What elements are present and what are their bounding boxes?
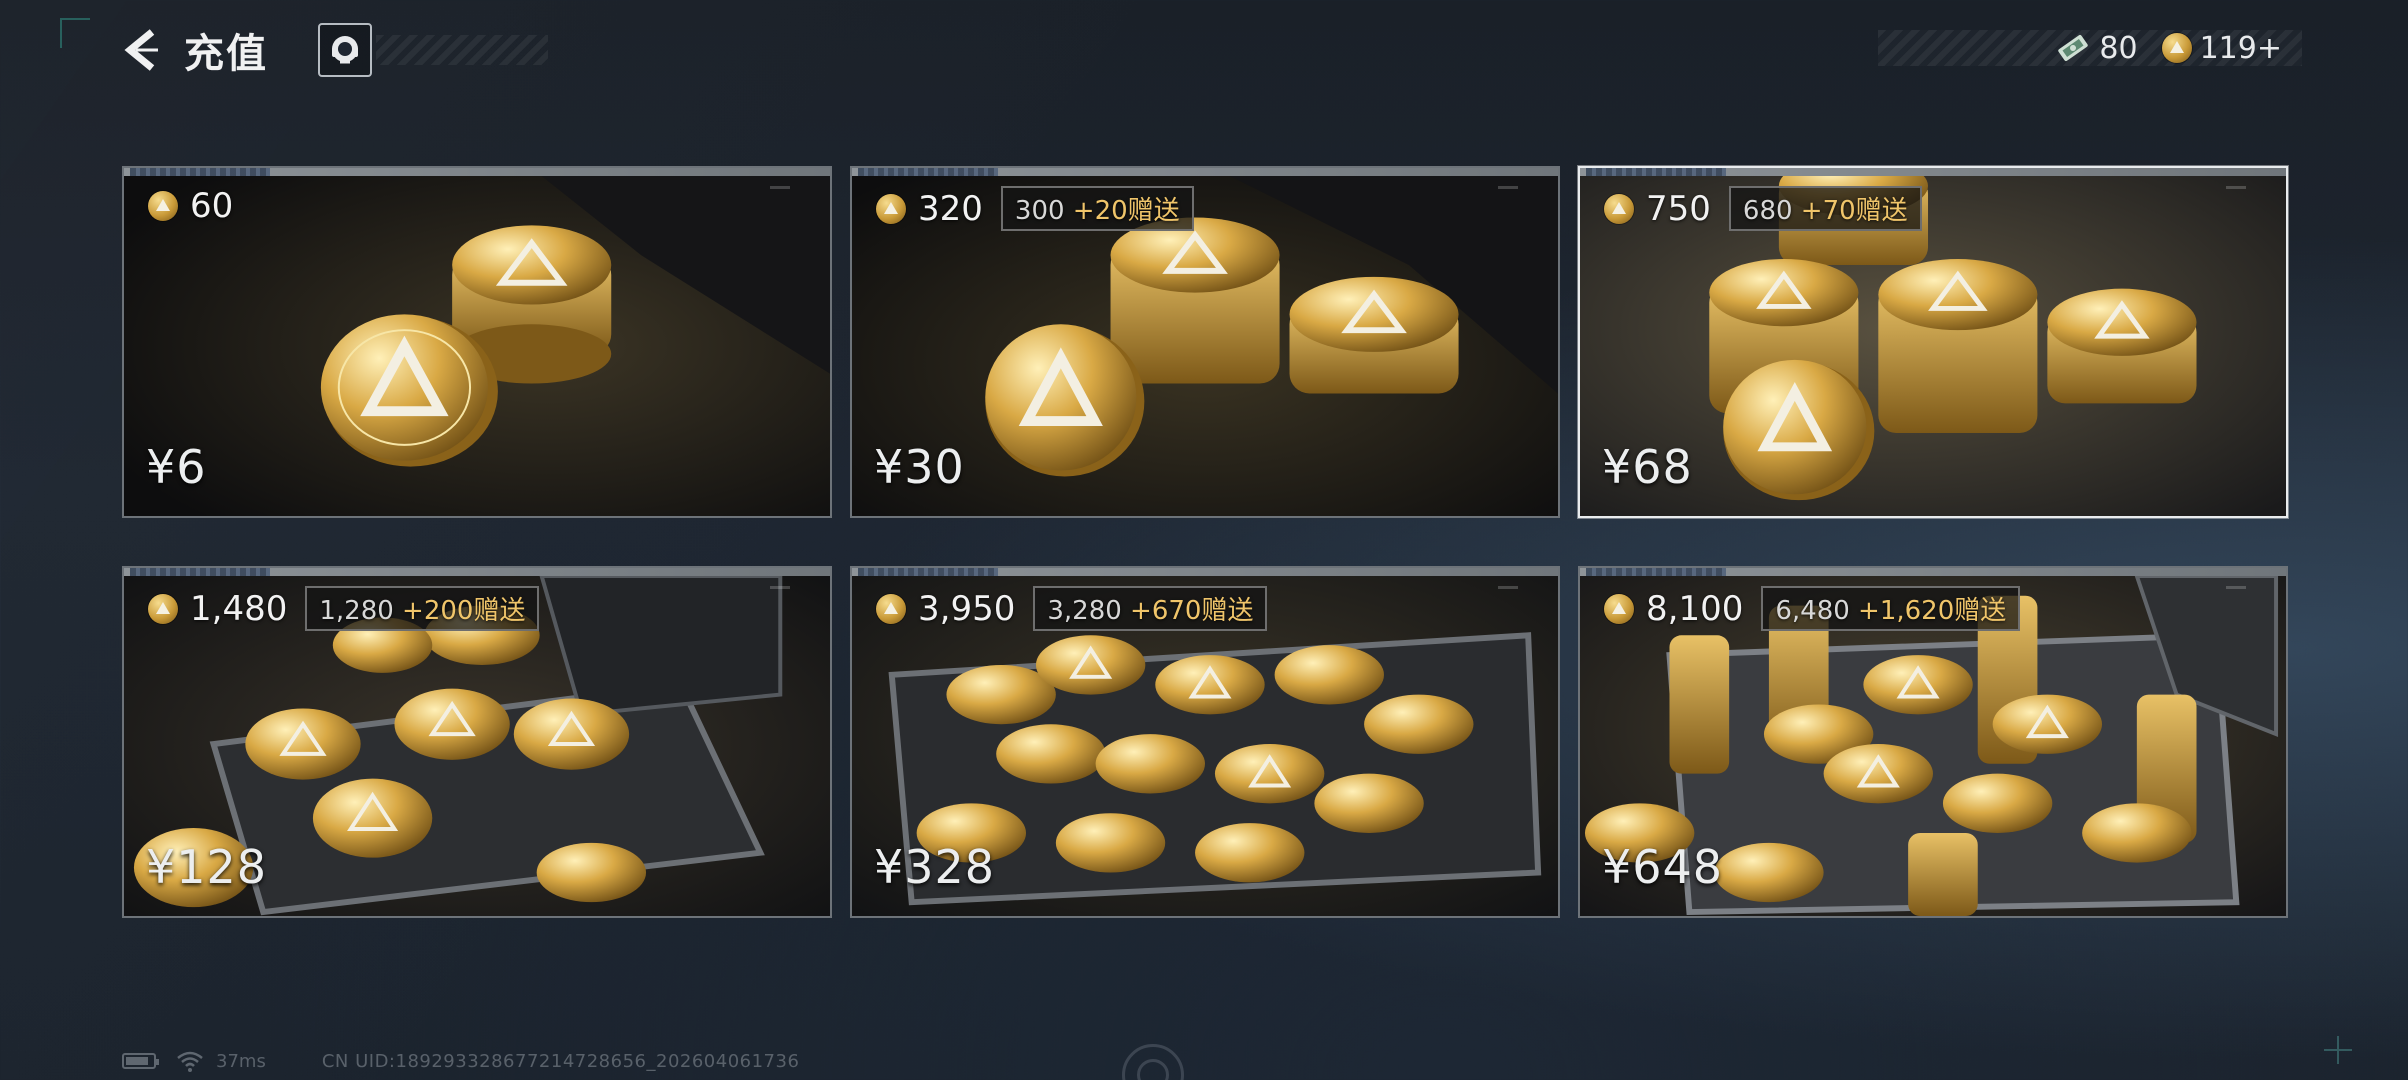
package-amount: 3,950 3,280 +670赠送 xyxy=(876,586,1268,631)
card-decoration xyxy=(770,186,790,189)
card-decoration xyxy=(770,586,790,589)
package-card-3[interactable]: 750 680 +70赠送 ¥68 xyxy=(1578,166,2288,518)
package-card-6[interactable]: 8,100 6,480 +1,620赠送 ¥648 xyxy=(1578,566,2288,918)
package-price: ¥6 xyxy=(146,440,207,494)
chevron-left-icon xyxy=(124,29,158,71)
amount-value: 60 xyxy=(190,186,234,226)
package-amount: 750 680 +70赠送 xyxy=(1604,186,1922,231)
bonus-badge: 680 +70赠送 xyxy=(1728,186,1922,231)
bonus-base: 300 xyxy=(1014,196,1073,226)
bonus-extra: +70赠送 xyxy=(1800,196,1908,226)
card-tag xyxy=(130,568,270,576)
package-price: ¥128 xyxy=(146,840,268,894)
ping-value: 37ms xyxy=(216,1050,266,1072)
card-tag xyxy=(1586,568,1726,576)
bonus-base: 1,280 xyxy=(319,596,403,626)
package-price: ¥648 xyxy=(1602,840,1724,894)
corner-plus-decoration xyxy=(2324,1036,2352,1064)
amount-value: 3,950 xyxy=(918,588,1016,629)
card-tag xyxy=(858,168,998,176)
coin-icon xyxy=(876,193,906,224)
bonus-base: 680 xyxy=(1742,196,1801,226)
coin-value: 119+ xyxy=(2199,30,2282,66)
coin-balance[interactable]: 119+ xyxy=(2161,30,2282,66)
card-tag xyxy=(858,568,998,576)
package-price: ¥328 xyxy=(874,840,996,894)
card-decoration xyxy=(2226,586,2246,589)
bonus-extra: +670赠送 xyxy=(1130,596,1254,626)
package-amount: 320 300 +20赠送 xyxy=(876,186,1194,231)
header: 充值 xyxy=(120,22,548,78)
coin-icon xyxy=(2161,33,2192,63)
package-amount: 60 xyxy=(148,186,233,226)
card-decoration xyxy=(2226,186,2246,189)
status-footer: 37ms CN UID:18929332867721472​8656_20260… xyxy=(122,1050,799,1072)
ticket-value: 80 xyxy=(2099,30,2138,66)
amount-value: 1,480 xyxy=(190,588,288,629)
corner-decoration xyxy=(60,18,90,48)
package-card-2[interactable]: 320 300 +20赠送 ¥30 xyxy=(850,166,1560,518)
bonus-badge: 300 +20赠送 xyxy=(1000,186,1194,231)
battery-icon xyxy=(122,1053,159,1069)
package-card-4[interactable]: 1,480 1,280 +200赠送 ¥128 xyxy=(122,566,832,918)
amount-value: 320 xyxy=(918,188,983,229)
package-price: ¥30 xyxy=(874,440,965,494)
bonus-badge: 3,280 +670赠送 xyxy=(1033,586,1268,631)
bonus-base: 6,480 xyxy=(1775,596,1859,626)
amount-value: 8,100 xyxy=(1646,588,1744,629)
card-tag xyxy=(1586,168,1726,176)
currency-bar: 80 119+ xyxy=(1878,30,2302,66)
user-uid: CN UID:18929332867721472​8656_2026040617… xyxy=(321,1050,800,1072)
bonus-badge: 6,480 +1,620赠送 xyxy=(1761,586,2021,631)
recharge-package-grid: 60 ¥6 320 300 +20赠送 ¥30 750 680 +70赠送 ¥6… xyxy=(122,166,2288,918)
bonus-base: 3,280 xyxy=(1047,596,1131,626)
coin-icon xyxy=(876,593,906,624)
package-amount: 8,100 6,480 +1,620赠送 xyxy=(1604,586,2021,631)
card-decoration xyxy=(1498,586,1518,589)
coin-icon xyxy=(148,191,178,221)
package-card-1[interactable]: 60 ¥6 xyxy=(122,166,832,518)
back-button[interactable] xyxy=(120,22,164,78)
ticket-balance[interactable]: 80 xyxy=(2055,30,2138,66)
bonus-extra: +20赠送 xyxy=(1072,196,1180,226)
coin-icon xyxy=(148,593,178,624)
wifi-icon xyxy=(177,1051,203,1072)
card-decoration xyxy=(1498,186,1518,189)
coin-art xyxy=(124,176,830,516)
card-tag xyxy=(130,168,270,176)
amount-value: 750 xyxy=(1646,188,1711,229)
coin-icon xyxy=(1604,193,1634,224)
header-decoration xyxy=(376,35,548,65)
customer-service-button[interactable] xyxy=(318,23,372,77)
page-title: 充值 xyxy=(184,31,268,77)
game-logo xyxy=(1122,1044,1184,1080)
headset-icon xyxy=(332,36,358,64)
package-amount: 1,480 1,280 +200赠送 xyxy=(148,586,540,631)
coin-icon xyxy=(1604,593,1634,624)
package-price: ¥68 xyxy=(1602,440,1693,494)
package-card-5[interactable]: 3,950 3,280 +670赠送 ¥328 xyxy=(850,566,1560,918)
bonus-badge: 1,280 +200赠送 xyxy=(305,586,540,631)
bonus-extra: +200赠送 xyxy=(402,596,526,626)
ticket-icon xyxy=(2058,35,2089,61)
bonus-extra: +1,620赠送 xyxy=(1858,596,2007,626)
